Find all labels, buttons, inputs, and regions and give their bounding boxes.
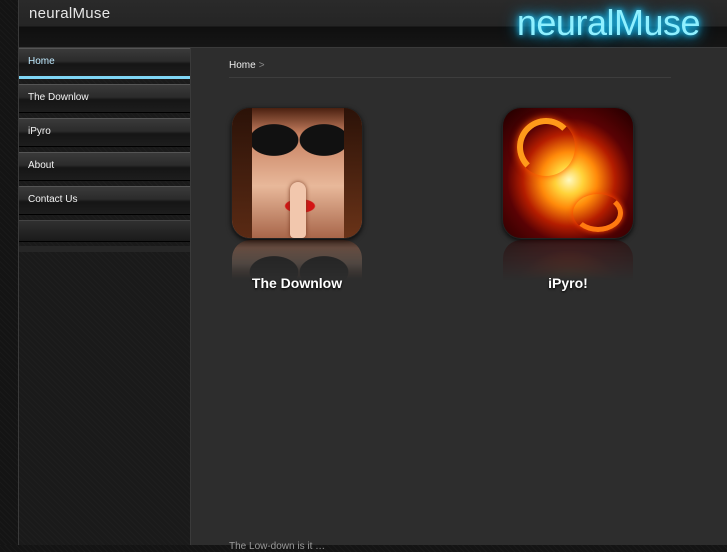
sidebar-nav: Home The Downlow iPyro About Contact Us — [19, 48, 191, 545]
sidebar-empty-slot — [19, 220, 190, 242]
sidebar-divider — [19, 246, 190, 252]
sidebar-item-ipyro[interactable]: iPyro — [19, 118, 190, 147]
breadcrumb-separator: > — [258, 60, 265, 71]
site-title: neuralMuse — [29, 5, 111, 22]
sidebar-item-the-downlow[interactable]: The Downlow — [19, 84, 190, 113]
app-card-ipyro[interactable]: iPyro! — [501, 108, 635, 291]
icon-reflection — [232, 240, 362, 280]
intro-text: The Low-down is it … — [229, 541, 326, 552]
fire-swirl-icon[interactable] — [503, 108, 633, 238]
breadcrumb-home-link[interactable]: Home — [229, 60, 256, 71]
icon-reflection — [503, 240, 633, 280]
breadcrumb: Home > — [229, 60, 671, 78]
woman-lips-sunglasses-icon[interactable] — [232, 108, 362, 238]
site-logo[interactable]: neuralMuse — [517, 2, 701, 44]
site-header: neuralMuse neuralMuse — [19, 0, 727, 48]
app-card-the-downlow[interactable]: The Downlow — [230, 108, 364, 291]
page-frame: neuralMuse neuralMuse Home The Downlow i… — [18, 0, 727, 552]
main-content: Home > The Downlow iPyro! The Low-down is… — [191, 48, 727, 552]
sidebar-item-about[interactable]: About — [19, 152, 190, 181]
sidebar-item-contact-us[interactable]: Contact Us — [19, 186, 190, 215]
sidebar-item-home[interactable]: Home — [19, 48, 190, 79]
